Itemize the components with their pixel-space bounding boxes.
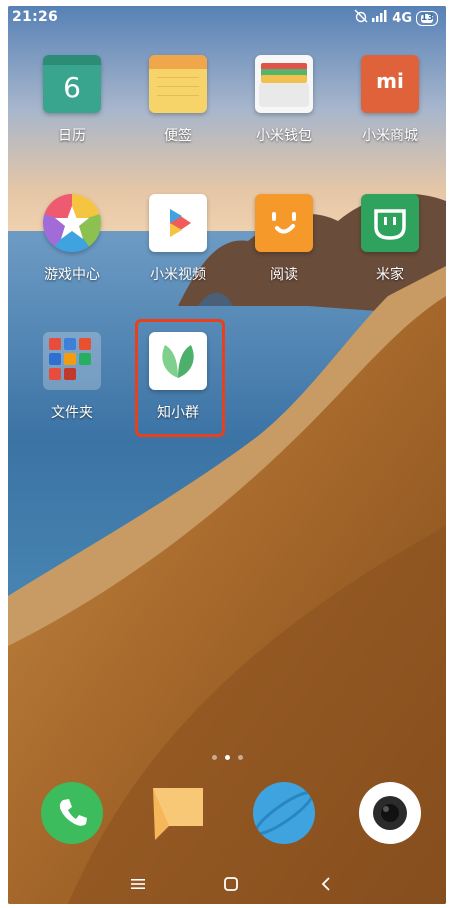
- dock-camera[interactable]: [340, 782, 440, 844]
- app-label: 小米视频: [150, 267, 206, 283]
- status-time: 21:26: [12, 9, 59, 25]
- status-bar: 21:26 4G 13: [8, 6, 446, 32]
- back-icon[interactable]: [314, 874, 338, 894]
- battery-level: 13: [421, 12, 434, 23]
- dock-browser[interactable]: [234, 782, 334, 844]
- home-icon[interactable]: [219, 874, 243, 894]
- calendar-icon: 6: [43, 55, 101, 113]
- app-label: 小米钱包: [256, 128, 312, 144]
- app-mi-video[interactable]: 小米视频: [128, 194, 228, 284]
- notes-icon: [149, 55, 207, 113]
- page-dot[interactable]: [237, 755, 243, 760]
- mijia-icon: [361, 194, 419, 252]
- app-label: 便签: [164, 128, 192, 144]
- wallet-icon: [255, 55, 313, 113]
- camera-icon: [359, 782, 421, 844]
- signal-icon: [372, 10, 388, 26]
- page-indicator: [8, 745, 446, 764]
- dock-phone[interactable]: [22, 782, 122, 844]
- app-label: 游戏中心: [44, 267, 100, 283]
- app-reader[interactable]: 阅读: [234, 194, 334, 284]
- app-label: 日历: [58, 128, 86, 144]
- browser-planet-icon: [253, 782, 315, 844]
- app-label: 小米商城: [362, 128, 418, 144]
- selection-highlight: [135, 319, 225, 437]
- dock-messages[interactable]: [128, 782, 228, 844]
- app-label: 文件夹: [51, 405, 93, 421]
- page-dot[interactable]: [211, 755, 217, 760]
- phone-icon: [41, 782, 103, 844]
- video-play-icon: [149, 194, 207, 252]
- app-mi-store[interactable]: mi 小米商城: [340, 55, 440, 145]
- app-wallet[interactable]: 小米钱包: [234, 55, 334, 145]
- app-label: 米家: [376, 267, 404, 283]
- navigation-bar: [8, 874, 446, 894]
- app-game-center[interactable]: 游戏中心: [22, 194, 122, 284]
- home-screen: 21:26 4G 13 6 日历 便签 小米钱包 mi 小米商城 游戏中心 小米…: [8, 6, 446, 904]
- page-dot-current[interactable]: [224, 755, 230, 760]
- app-calendar[interactable]: 6 日历: [22, 55, 122, 145]
- app-label: 阅读: [270, 267, 298, 283]
- app-mijia[interactable]: 米家: [340, 194, 440, 284]
- folder-icon: [43, 332, 101, 390]
- app-notes[interactable]: 便签: [128, 55, 228, 145]
- message-icon: [147, 782, 209, 844]
- battery-icon: 13: [416, 10, 438, 26]
- menu-icon[interactable]: [126, 874, 150, 894]
- mi-store-icon: mi: [361, 55, 419, 113]
- alarm-off-icon: [354, 9, 368, 27]
- app-folder[interactable]: 文件夹: [22, 332, 122, 422]
- game-center-icon: [43, 194, 101, 252]
- reader-smile-icon: [255, 194, 313, 252]
- network-type: 4G: [392, 10, 412, 26]
